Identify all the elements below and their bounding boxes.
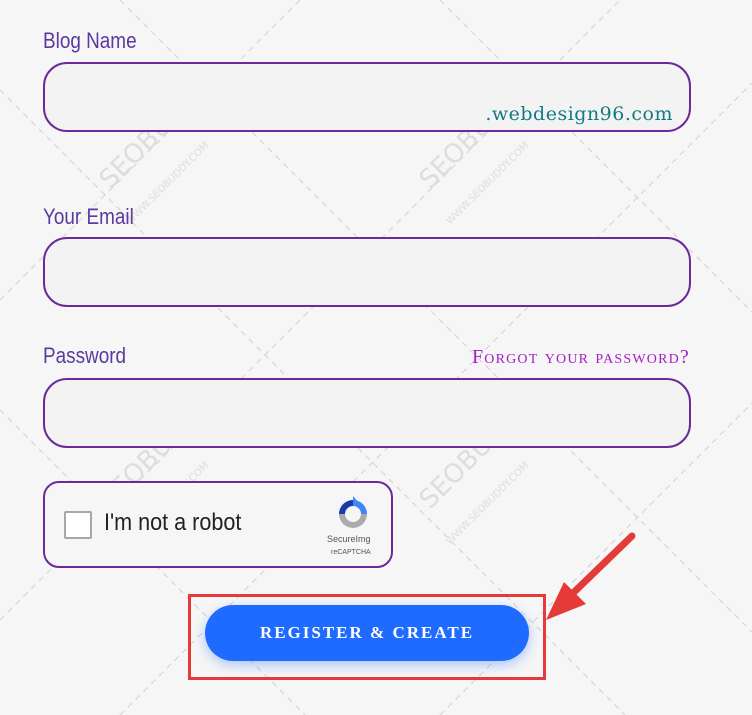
recaptcha-icon (339, 496, 367, 528)
blog-name-label: Blog Name (43, 28, 137, 53)
email-label: Your Email (43, 204, 134, 229)
captcha-brand-sub: reCAPTCHA (331, 549, 371, 556)
captcha-checkbox[interactable] (64, 511, 92, 539)
register-create-button[interactable]: REGISTER & CREATE (205, 605, 529, 661)
password-label: Password (43, 343, 127, 368)
watermark-subtext: WWW.SEOBUDDY.COM (444, 140, 531, 227)
arrow-annotation (546, 532, 636, 620)
watermark-subtext: WWW.SEOBUDDY.COM (444, 460, 531, 547)
watermark-subtext: WWW.SEOBUDDY.COM (124, 140, 211, 227)
password-field[interactable] (43, 378, 691, 448)
blog-name-field[interactable]: .webdesign96.com (43, 62, 691, 132)
email-field[interactable] (43, 237, 691, 307)
email-input[interactable] (45, 239, 689, 305)
captcha-label: I'm not a robot (104, 509, 242, 536)
captcha-brand: SecureImg (327, 534, 371, 544)
forgot-password-link[interactable]: Forgot your password? (472, 346, 690, 369)
recaptcha-widget: I'm not a robot SecureImg reCAPTCHA (43, 481, 393, 568)
blog-domain-suffix: .webdesign96.com (485, 103, 673, 125)
password-input[interactable] (45, 380, 689, 446)
